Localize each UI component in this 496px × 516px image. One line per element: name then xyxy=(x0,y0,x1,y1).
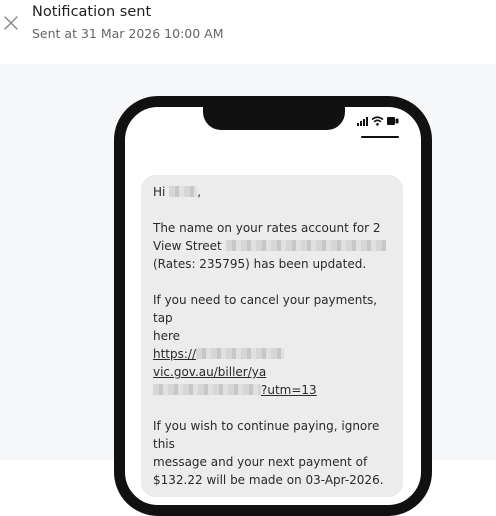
message-line: message and your next payment of xyxy=(153,455,368,469)
redacted-address xyxy=(225,240,386,251)
status-bar xyxy=(357,116,399,126)
phone-mockup: Hi , The name on your rates account for … xyxy=(114,96,432,516)
notification-header: Notification sent Sent at 31 Mar 2026 10… xyxy=(0,0,496,64)
redacted-name xyxy=(169,186,198,197)
status-underline xyxy=(361,136,399,138)
greeting-suffix: , xyxy=(197,185,202,199)
link-text: vic.gov.au/biller/ya xyxy=(153,365,267,379)
message-line: $132.22 will be made on 03-Apr-2026. xyxy=(153,473,384,487)
sent-timestamp: Sent at 31 Mar 2026 10:00 AM xyxy=(32,26,224,41)
greeting-prefix: Hi xyxy=(153,185,166,199)
battery-icon xyxy=(387,117,399,125)
message-line: If you wish to continue paying, ignore t… xyxy=(153,419,380,451)
sms-message-bubble: Hi , The name on your rates account for … xyxy=(141,175,403,497)
message-line: View Street xyxy=(153,239,222,253)
close-button[interactable] xyxy=(2,14,20,32)
link-text: https:// xyxy=(153,347,197,361)
redacted-url xyxy=(196,348,285,359)
redacted-url xyxy=(153,384,261,395)
message-line: (Rates: 235795) has been updated. xyxy=(153,257,367,271)
message-line: here xyxy=(153,329,181,343)
notification-title: Notification sent xyxy=(32,4,152,20)
message-line: If you need to cancel your payments, tap xyxy=(153,293,378,325)
message-line: The name on your rates account for 2 xyxy=(153,221,381,235)
signal-icon xyxy=(357,116,368,126)
link-text: ?utm=13 xyxy=(261,383,317,397)
cancel-payment-link[interactable]: https:// vic.gov.au/biller/ya ?utm=13 xyxy=(153,347,317,397)
phone-notch xyxy=(203,107,345,130)
wifi-icon xyxy=(371,116,384,126)
close-icon xyxy=(4,16,18,30)
